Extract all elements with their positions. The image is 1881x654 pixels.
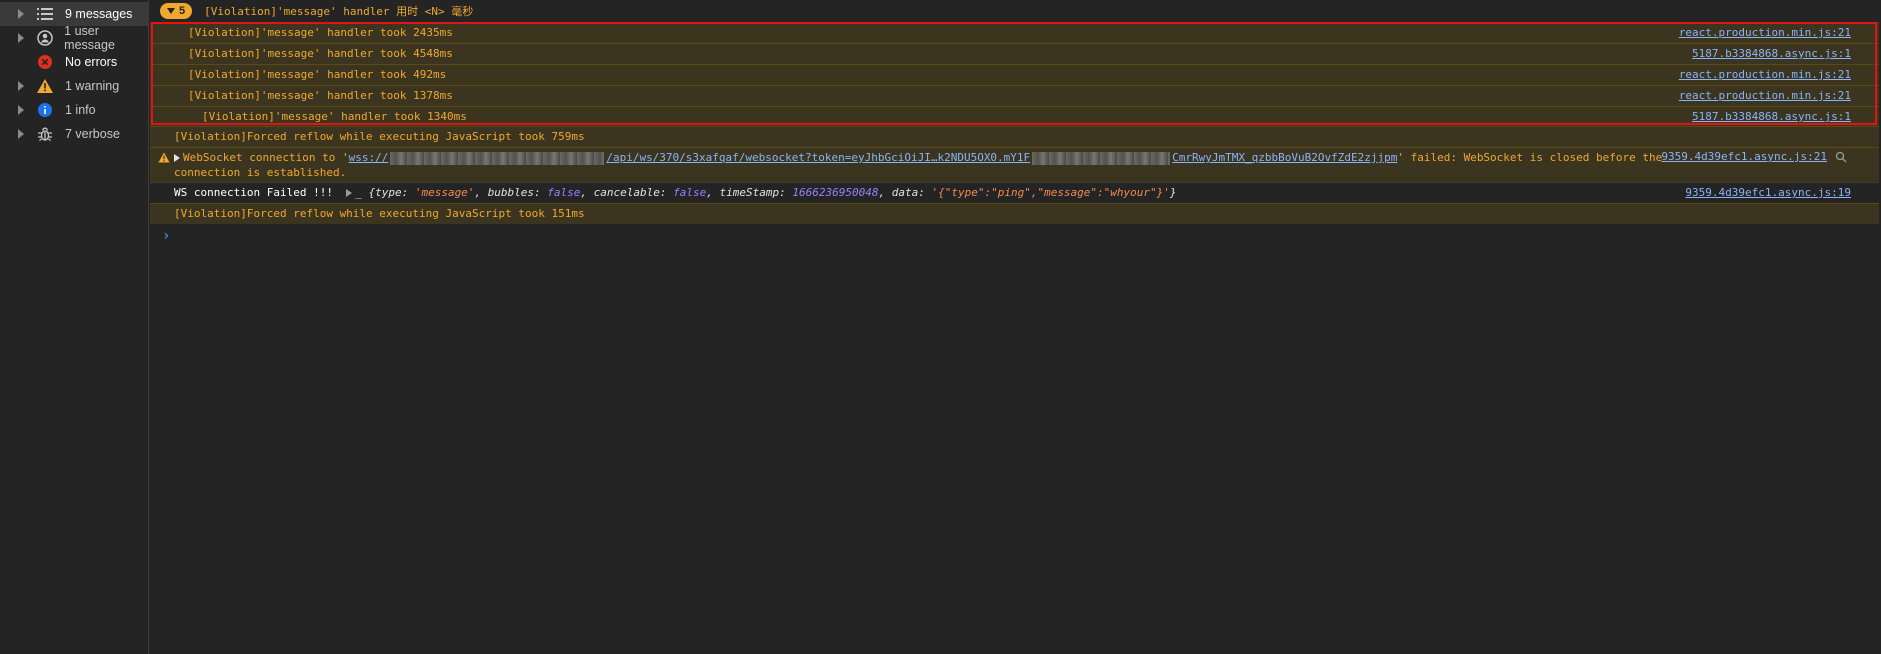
message-text-continued: connection is established. — [174, 166, 347, 179]
sidebar-item-verbose[interactable]: 7 verbose — [0, 122, 149, 146]
error-icon — [36, 53, 54, 71]
source-link[interactable]: 9359.4d39efc1.async.js:19 — [1685, 183, 1851, 203]
message-text: [Violation]Forced reflow while executing… — [174, 130, 585, 143]
source-link[interactable]: 5187.b3384868.async.js:1 — [1692, 44, 1851, 64]
sidebar-item-messages[interactable]: 9 messages — [0, 2, 149, 26]
console-message-row: [Violation]'message' handler took 492ms … — [150, 64, 1879, 85]
console-message-row: [Violation]'message' handler took 1378ms… — [150, 85, 1879, 106]
message-text: [Violation]'message' handler took 2435ms — [188, 26, 453, 39]
warning-icon — [36, 77, 54, 95]
message-text: [Violation]'message' handler took 4548ms — [188, 47, 453, 60]
search-icon[interactable] — [1835, 151, 1847, 166]
console-message-row: [Violation]'message' handler took 1340ms… — [150, 106, 1879, 126]
sidebar-item-label: 1 user message — [64, 24, 115, 52]
sidebar-item-label: 9 messages — [65, 7, 133, 21]
websocket-url-link[interactable]: wss:///api/ws/370/s3xafqaf/websocket?tok… — [349, 151, 1397, 165]
message-text: WS connection Failed !!! — [174, 186, 340, 199]
message-text: [Violation]'message' handler took 1378ms — [188, 89, 453, 102]
sidebar-item-label: No errors — [65, 55, 118, 69]
console-panel: 5 [Violation]'message' handler 用时 <N> 毫秒… — [150, 0, 1879, 654]
redacted-blur — [1032, 151, 1171, 165]
source-link[interactable]: react.production.min.js:21 — [1679, 86, 1851, 106]
console-sidebar: 9 messages 1 user message No errors 1 wa… — [0, 0, 149, 654]
group-title: [Violation]'message' handler 用时 <N> 毫秒 — [204, 5, 474, 18]
websocket-warning-row: WebSocket connection to 'wss:///api/ws/3… — [150, 147, 1879, 182]
message-text: [Violation]Forced reflow while executing… — [174, 207, 585, 220]
expand-arrow-icon[interactable] — [18, 33, 24, 43]
message-text: [Violation]'message' handler took 1340ms — [202, 110, 467, 123]
info-icon — [36, 101, 54, 119]
collapse-arrow-icon — [167, 8, 175, 14]
list-icon — [36, 5, 54, 23]
console-message-row: [Violation]'message' handler took 4548ms… — [150, 43, 1879, 64]
expand-arrow-icon[interactable] — [346, 189, 353, 197]
source-link[interactable]: react.production.min.js:21 — [1679, 65, 1851, 85]
console-message-row: [Violation]Forced reflow while executing… — [150, 203, 1879, 224]
sidebar-item-label: 1 warning — [65, 79, 120, 93]
console-prompt[interactable]: › — [162, 228, 170, 244]
sidebar-item-errors[interactable]: No errors — [0, 50, 149, 74]
source-link[interactable]: react.production.min.js:21 — [1679, 23, 1851, 43]
object-preview[interactable]: _ {type: 'message', bubbles: false, canc… — [355, 186, 1176, 199]
expand-arrow-icon[interactable] — [18, 129, 24, 139]
sidebar-item-label: 7 verbose — [65, 127, 120, 141]
expand-arrow-icon[interactable] — [18, 9, 24, 19]
sidebar-item-user-messages[interactable]: 1 user message — [0, 24, 149, 52]
expand-arrow-icon[interactable] — [18, 105, 24, 115]
expand-arrow-icon[interactable] — [174, 154, 180, 162]
sidebar-item-label: 1 info — [65, 103, 96, 117]
user-icon — [36, 29, 53, 47]
bug-icon — [36, 125, 54, 143]
message-text: [Violation]'message' handler took 492ms — [188, 68, 447, 81]
ws-failed-row: WS connection Failed !!! _ {type: 'messa… — [150, 182, 1879, 203]
console-message-row: [Violation]Forced reflow while executing… — [150, 126, 1879, 147]
violation-group-header[interactable]: 5 [Violation]'message' handler 用时 <N> 毫秒 — [150, 0, 1879, 22]
sidebar-item-warnings[interactable]: 1 warning — [0, 74, 149, 98]
source-link[interactable]: 5187.b3384868.async.js:1 — [1692, 107, 1851, 127]
group-count-badge[interactable]: 5 — [160, 3, 193, 19]
sidebar-item-info[interactable]: 1 info — [0, 98, 149, 122]
redacted-blur — [390, 151, 605, 165]
console-message-row: [Violation]'message' handler took 2435ms… — [150, 22, 1879, 43]
warning-icon — [158, 152, 170, 166]
source-link[interactable]: 9359.4d39efc1.async.js:21 — [1661, 148, 1827, 166]
expand-arrow-icon[interactable] — [18, 81, 24, 91]
